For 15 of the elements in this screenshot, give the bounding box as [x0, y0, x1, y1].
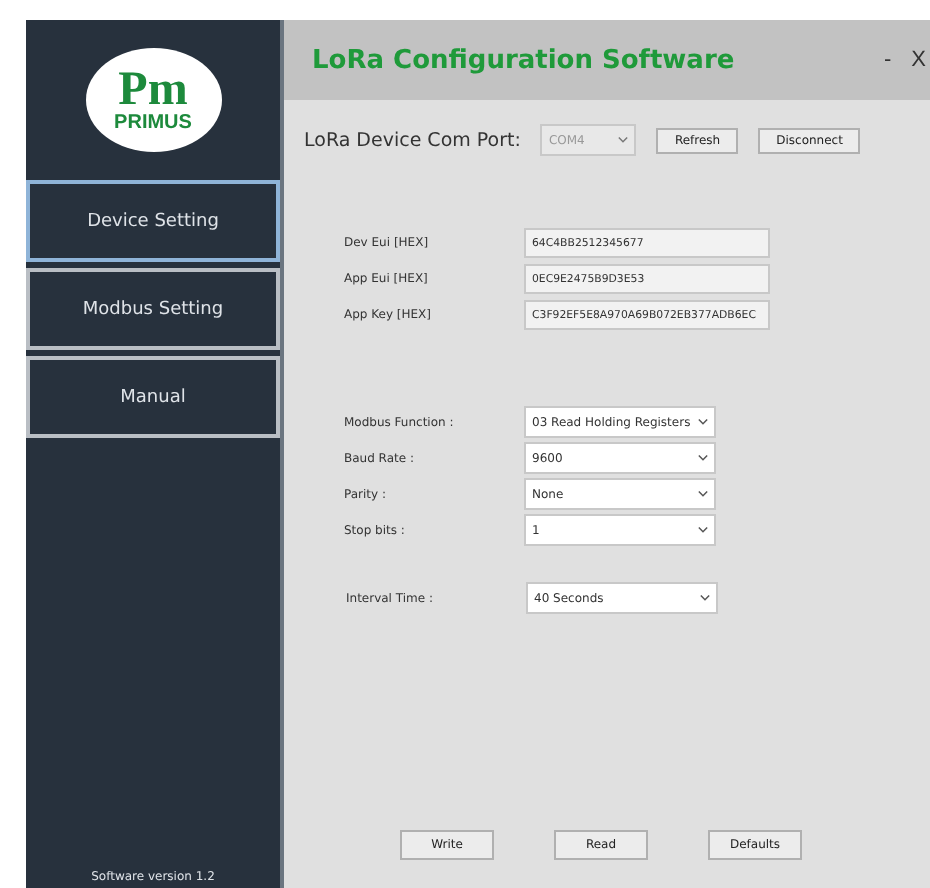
com-port-label: LoRa Device Com Port:	[304, 129, 521, 151]
caret-icon	[698, 454, 708, 462]
caret-icon	[698, 526, 708, 534]
logo-text: PRIMUS	[114, 114, 192, 134]
close-button[interactable]: X	[907, 48, 930, 72]
window-title: LoRa Configuration Software	[312, 45, 735, 75]
logo-mark: Pm	[118, 66, 188, 114]
minimize-button[interactable]: -	[879, 48, 896, 72]
nav-button[interactable]: Modbus Setting	[26, 268, 280, 350]
caret-icon	[698, 490, 708, 498]
caret-icon	[700, 594, 710, 602]
nav-button[interactable]: Device Setting	[26, 180, 280, 262]
caret-icon	[618, 136, 629, 144]
nav-button[interactable]: Manual	[26, 356, 280, 438]
caret-icon	[698, 418, 708, 426]
